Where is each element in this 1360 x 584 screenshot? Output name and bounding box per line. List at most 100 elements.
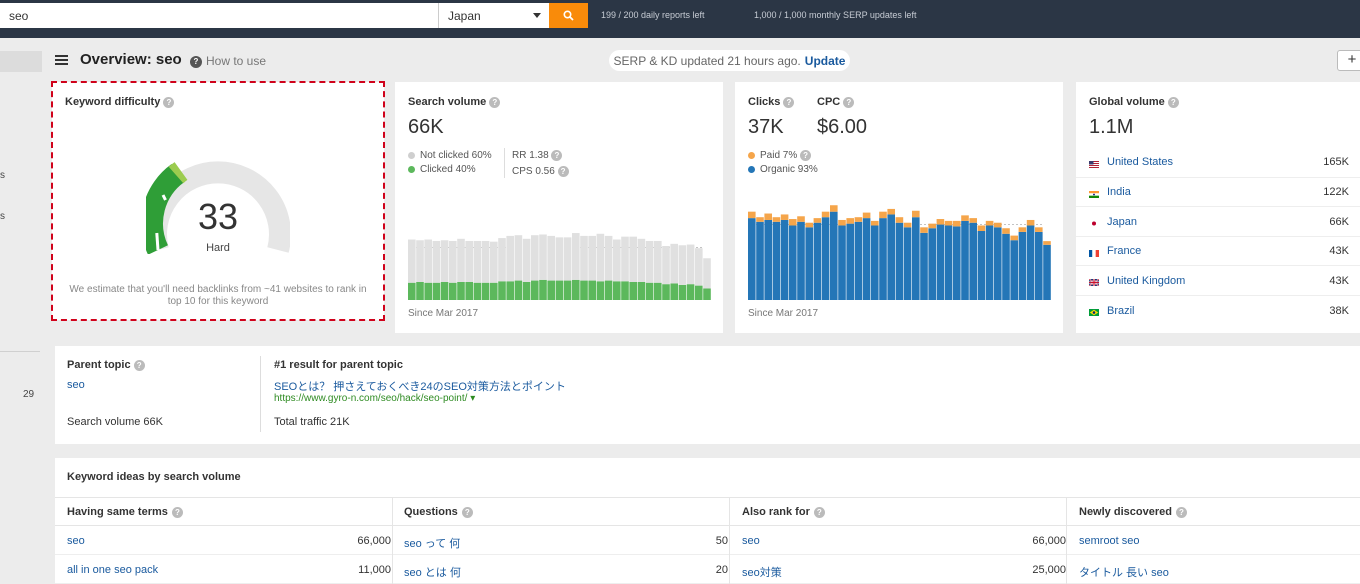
help-icon[interactable]: ?	[843, 96, 855, 108]
search-button[interactable]	[549, 3, 588, 28]
chart-bar-paid	[871, 220, 879, 226]
chart-bar-paid	[805, 222, 813, 228]
country-name[interactable]: United States	[1107, 156, 1173, 168]
chart-bar-paid	[985, 220, 994, 226]
sidebar-count: 29	[23, 389, 35, 400]
menu-icon[interactable]	[55, 55, 68, 65]
country-name[interactable]: United Kingdom	[1107, 275, 1185, 287]
help-icon[interactable]: ?	[133, 359, 145, 371]
help-icon[interactable]: ?	[813, 506, 825, 518]
legend-organic: Organic 93%	[748, 164, 818, 175]
help-icon[interactable]: ?	[461, 506, 473, 518]
sidebar-label-fragment[interactable]: s	[0, 170, 5, 181]
how-to-use-link[interactable]: ? How to use	[190, 54, 266, 68]
keyword-idea-link[interactable]: seo対策	[742, 564, 782, 580]
keyword-idea-link[interactable]: all in one seo pack	[67, 564, 158, 576]
help-icon[interactable]: ?	[557, 166, 569, 177]
chart-bar-organic	[1026, 225, 1035, 300]
column-divider	[729, 497, 730, 584]
chart-bar-clicked	[498, 281, 506, 300]
divider	[260, 356, 261, 432]
chart-bar-not-clicked	[695, 248, 703, 286]
country-name[interactable]: India	[1107, 186, 1131, 198]
chart-bar-not-clicked	[604, 235, 613, 281]
chart-bar-paid	[961, 215, 969, 221]
parent-topic-volume: Search volume 66K	[67, 416, 163, 428]
chart-bar-paid	[1043, 241, 1051, 245]
country-row[interactable]: Japan 66K	[1076, 206, 1360, 236]
country-name[interactable]: France	[1107, 245, 1141, 257]
chart-bar-not-clicked	[547, 235, 555, 281]
card-title: Clicks ?	[748, 96, 795, 108]
country-name[interactable]: Japan	[1107, 216, 1137, 228]
chart-bar-not-clicked	[580, 235, 588, 281]
chart-bar-paid	[854, 217, 863, 222]
legend-dot	[408, 152, 415, 159]
chart-bar-not-clicked	[686, 244, 695, 285]
country-select-value: Japan	[448, 9, 481, 23]
country-volume: 38K	[1329, 304, 1349, 317]
caret-down-icon[interactable]: ▾	[470, 393, 475, 404]
chart-bar-clicked	[440, 282, 449, 300]
chart-bar-organic	[1002, 233, 1010, 300]
keyword-search-input[interactable]	[0, 3, 438, 28]
chart-bar-clicked	[604, 280, 613, 300]
add-button[interactable]: +	[1337, 50, 1360, 71]
help-icon[interactable]: ?	[800, 150, 812, 161]
help-icon[interactable]: ?	[551, 150, 563, 161]
chart-bar-paid	[887, 208, 895, 215]
column-divider	[1066, 497, 1067, 584]
br-flag-icon	[1089, 307, 1099, 316]
keyword-idea-link[interactable]: seo	[742, 535, 760, 547]
page-title: Overview: seo	[80, 51, 182, 68]
chart-bar-organic	[903, 227, 912, 300]
chart-bar-not-clicked	[490, 241, 498, 283]
sidebar-label-fragment[interactable]: s	[0, 211, 5, 222]
keyword-idea-link[interactable]: semroot seo	[1079, 535, 1140, 547]
us-flag-icon	[1089, 159, 1099, 168]
chart-bar-not-clicked	[555, 237, 564, 281]
chart-bar-organic	[838, 225, 846, 300]
difficulty-level: Hard	[206, 242, 230, 254]
help-icon[interactable]: ?	[163, 96, 175, 108]
parent-topic-title: Parent topic ?	[67, 359, 145, 371]
difficulty-description: We estimate that you'll need backlinks f…	[69, 284, 367, 307]
keyword-idea-link[interactable]: seo って 何	[404, 535, 460, 551]
help-icon[interactable]: ?	[1167, 96, 1179, 108]
country-name[interactable]: Brazil	[1107, 305, 1135, 317]
chart-bar-organic	[985, 225, 994, 300]
help-icon[interactable]: ?	[783, 96, 795, 108]
parent-topic-link[interactable]: seo	[67, 379, 85, 391]
country-row[interactable]: United Kingdom 43K	[1076, 265, 1360, 295]
country-row[interactable]: France 43K	[1076, 235, 1360, 266]
chart-bar-clicked	[432, 282, 441, 300]
chart-bar-paid	[789, 219, 797, 226]
keyword-idea-link[interactable]: タイトル 長い seo	[1079, 564, 1169, 580]
chart-bar-not-clicked	[522, 238, 531, 282]
sidebar-active-item[interactable]	[0, 51, 42, 72]
country-row[interactable]: Brazil 38K	[1076, 295, 1360, 325]
keyword-idea-link[interactable]: seo とは 何	[404, 564, 461, 580]
top-result-link[interactable]: SEOとは？ 押さえておくべき24のSEO対策方法とポイント	[274, 378, 566, 394]
keyword-idea-volume: 25,000	[1032, 564, 1066, 576]
top-result-url[interactable]: https://www.gyro-n.com/seo/hack/seo-poin…	[274, 393, 475, 404]
help-icon[interactable]: ?	[489, 96, 501, 108]
chart-bar-clicked	[449, 282, 457, 300]
chart-bar-not-clicked	[572, 233, 580, 280]
country-row[interactable]: India 122K	[1076, 176, 1360, 207]
chart-bar-clicked	[695, 285, 703, 300]
country-select[interactable]: Japan	[438, 3, 549, 28]
divider	[504, 148, 505, 178]
chart-bar-clicked	[563, 280, 572, 300]
country-row[interactable]: United States 165K	[1076, 147, 1360, 177]
update-link[interactable]: Update	[805, 54, 846, 68]
chart-bar-not-clicked	[539, 234, 547, 280]
chart-bar-not-clicked	[449, 240, 457, 283]
help-icon[interactable]: ?	[1175, 506, 1187, 518]
keyword-idea-link[interactable]: seo	[67, 535, 85, 547]
chart-bar-clicked	[457, 282, 465, 300]
chart-bar-organic	[805, 227, 813, 300]
chart-bar-not-clicked	[670, 243, 678, 284]
help-icon[interactable]: ?	[171, 506, 183, 518]
chart-bar-clicked	[572, 279, 580, 300]
